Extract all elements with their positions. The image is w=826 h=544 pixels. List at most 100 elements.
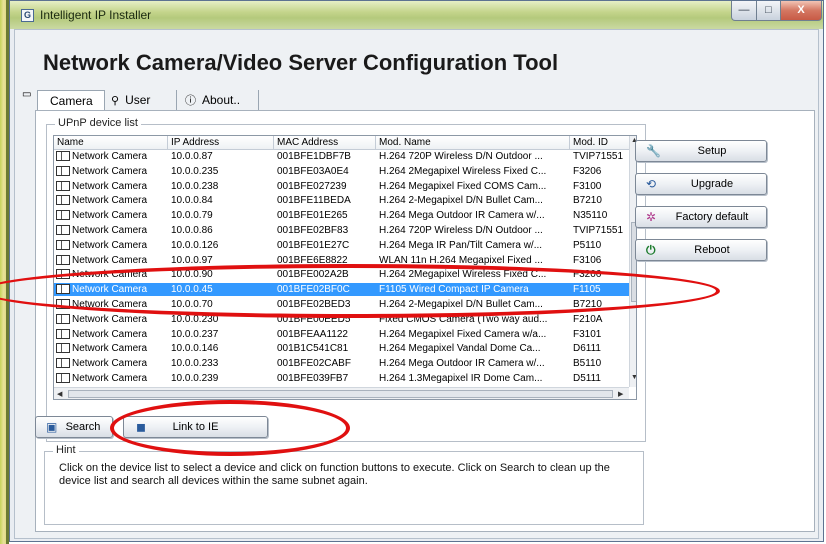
- table-row[interactable]: Network Camera 10.0.0.146 001B1C541C81 H.26…: [54, 342, 629, 355]
- cell-mod-id: TVIP71551: [573, 225, 624, 236]
- table-row-selected[interactable]: Network Camera 10.0.0.45 001BFE02BF0C F1105…: [54, 283, 629, 297]
- cell-mac: 001BFE6E8822: [277, 254, 348, 266]
- search-button[interactable]: ▣ Search: [35, 416, 113, 438]
- cell-mac: 001BFE01E265: [277, 210, 348, 222]
- column-header-name[interactable]: Name: [54, 136, 168, 150]
- table-row[interactable]: Network Camera 10.0.0.230 001BFE00EED5 Fixe…: [54, 313, 629, 326]
- cell-name: Network Camera: [72, 195, 148, 207]
- cell-mod-name: H.264 2Megapixel Wireless Fixed C...: [379, 165, 547, 177]
- cell-ip: 10.0.0.79: [171, 210, 213, 222]
- factory-default-button[interactable]: ✲ Factory default: [635, 206, 767, 228]
- cell-mod-name: H.264 Megapixel Fixed Camera w/a...: [379, 328, 547, 340]
- table-row[interactable]: Network Camera 10.0.0.235 001BFE03A0E4 H.26…: [54, 165, 629, 178]
- table-row[interactable]: Network Camera 10.0.0.237 001BFEAA1122 H.26…: [54, 328, 629, 341]
- table-row[interactable]: Network Camera 10.0.0.90 001BFE002A2B H.264…: [54, 268, 629, 281]
- table-row[interactable]: Network Camera 10.0.0.84 001BFE11BEDA H.264…: [54, 194, 629, 207]
- tab-camera[interactable]: Camera: [37, 90, 105, 110]
- cell-mod-name: H.264 2Megapixel Wireless Fixed C...: [379, 269, 547, 281]
- cell-name: Network Camera: [72, 299, 148, 310]
- cell-name: Network Camera: [72, 165, 148, 177]
- cell-name: Network Camera: [72, 313, 148, 325]
- table-row[interactable]: Network Camera 10.0.0.233 001BFE02CABF H.26…: [54, 357, 629, 370]
- cell-mod-id: F3206: [573, 269, 602, 281]
- cell-mac: 001BFE039FB7: [277, 373, 349, 384]
- cell-mod-id: P5110: [573, 239, 602, 251]
- cell-mod-id: F3101: [573, 328, 602, 340]
- horizontal-scroll-thumb[interactable]: [68, 390, 613, 398]
- app-window: G Intelligent IP Installer — □ X Network…: [9, 0, 824, 542]
- camera-device-icon: [56, 165, 70, 176]
- tab-about-label: About..: [202, 93, 241, 107]
- vertical-scroll-thumb[interactable]: [631, 222, 636, 302]
- tab-about[interactable]: ⓘ About..: [179, 90, 259, 110]
- cell-ip: 10.0.0.238: [171, 180, 219, 192]
- reboot-button-label: Reboot: [694, 244, 730, 256]
- reboot-button[interactable]: ⏻ Reboot: [635, 239, 767, 261]
- scroll-down-icon[interactable]: ▼: [631, 374, 636, 381]
- search-button-label: Search: [65, 421, 101, 433]
- table-row[interactable]: Network Camera 10.0.0.79 001BFE01E265 H.264…: [54, 209, 629, 222]
- table-row[interactable]: Network Camera 10.0.0.87 001BFE1DBF7B H.264…: [54, 150, 629, 163]
- camera-device-icon: [56, 284, 70, 295]
- cell-mod-name: H.264 Megapixel Fixed COMS Cam...: [379, 180, 547, 192]
- cell-name: Network Camera: [72, 373, 148, 384]
- tab-user[interactable]: ⚲ User: [107, 90, 177, 110]
- horizontal-scrollbar[interactable]: ◀ ▶: [54, 387, 629, 399]
- camera-device-icon: [56, 151, 70, 161]
- table-row[interactable]: Network Camera 10.0.0.70 001BFE02BED3 H.264…: [54, 298, 629, 311]
- cell-mac: 001BFE02BF0C: [277, 284, 350, 296]
- table-row[interactable]: Network Camera 10.0.0.97 001BFE6E8822 WLAN …: [54, 254, 629, 267]
- cell-mac: 001BFE02BF83: [277, 225, 349, 236]
- scroll-right-icon[interactable]: ▶: [618, 390, 623, 398]
- camera-device-icon: [56, 254, 70, 265]
- table-row[interactable]: Network Camera 10.0.0.86 001BFE02BF83 H.264…: [54, 224, 629, 237]
- tab-user-label: User: [125, 93, 151, 107]
- cell-ip: 10.0.0.84: [171, 195, 213, 207]
- link-to-ie-button[interactable]: ◼ Link to IE: [123, 416, 268, 438]
- cell-ip: 10.0.0.87: [171, 151, 213, 162]
- close-button[interactable]: X: [780, 1, 822, 21]
- camera-device-icon: [56, 358, 70, 369]
- cell-mac: 001B1C541C81: [277, 343, 349, 355]
- tab-camera-label: Camera: [50, 94, 93, 108]
- factory-default-button-label: Factory default: [675, 211, 749, 223]
- column-header-ip[interactable]: IP Address: [168, 136, 274, 150]
- camera-device-icon: [56, 225, 70, 235]
- setup-button[interactable]: 🔧 Setup: [635, 140, 767, 162]
- column-header-mod-id[interactable]: Mod. ID: [570, 136, 630, 150]
- hint-text: Click on the device list to select a dev…: [59, 462, 610, 487]
- upgrade-button[interactable]: ⟲ Upgrade: [635, 173, 767, 195]
- table-row[interactable]: Network Camera 10.0.0.238 001BFE027239 H.26…: [54, 180, 629, 193]
- cell-mod-id: B7210: [573, 195, 602, 207]
- title-bar[interactable]: G Intelligent IP Installer — □ X: [10, 1, 823, 29]
- column-header-mac[interactable]: MAC Address: [274, 136, 376, 150]
- cell-name: Network Camera: [72, 239, 148, 251]
- cell-name: Network Camera: [72, 328, 148, 340]
- hint-title: Hint: [53, 444, 79, 456]
- upnp-device-group: UPnP device list Name IP Address MAC Add…: [46, 117, 646, 442]
- maximize-button[interactable]: □: [756, 1, 781, 21]
- device-list[interactable]: Name IP Address MAC Address Mod. Name Mo…: [53, 135, 637, 400]
- cell-mod-name: H.264 1.3Megapixel IR Dome Cam...: [379, 373, 543, 384]
- cell-mod-id: B5110: [573, 358, 602, 370]
- cell-ip: 10.0.0.237: [171, 328, 219, 340]
- column-header-mod-name[interactable]: Mod. Name: [376, 136, 570, 150]
- cell-name: Network Camera: [72, 269, 148, 281]
- scroll-left-icon[interactable]: ◀: [57, 390, 62, 398]
- app-icon: G: [21, 9, 34, 22]
- upnp-group-title: UPnP device list: [55, 117, 141, 129]
- info-icon: ⓘ: [185, 95, 196, 107]
- cell-mod-name: H.264 Mega IR Pan/Tilt Camera w/...: [379, 239, 543, 251]
- cell-ip: 10.0.0.239: [171, 373, 219, 384]
- table-row[interactable]: Network Camera 10.0.0.126 001BFE01E27C H.26…: [54, 239, 629, 252]
- cell-ip: 10.0.0.86: [171, 225, 213, 236]
- cell-mac: 001BFE1DBF7B: [277, 151, 351, 162]
- cell-mod-id: N35110: [573, 210, 608, 222]
- minimize-button[interactable]: —: [731, 1, 757, 21]
- cell-mod-name: H.264 Mega Outdoor IR Camera w/...: [379, 210, 545, 222]
- camera-device-icon: [56, 239, 70, 250]
- cell-ip: 10.0.0.235: [171, 165, 219, 177]
- table-row[interactable]: Network Camera 10.0.0.239 001BFE039FB7 H.26…: [54, 372, 629, 385]
- cell-name: Network Camera: [72, 284, 148, 296]
- camera-device-icon: [56, 343, 70, 354]
